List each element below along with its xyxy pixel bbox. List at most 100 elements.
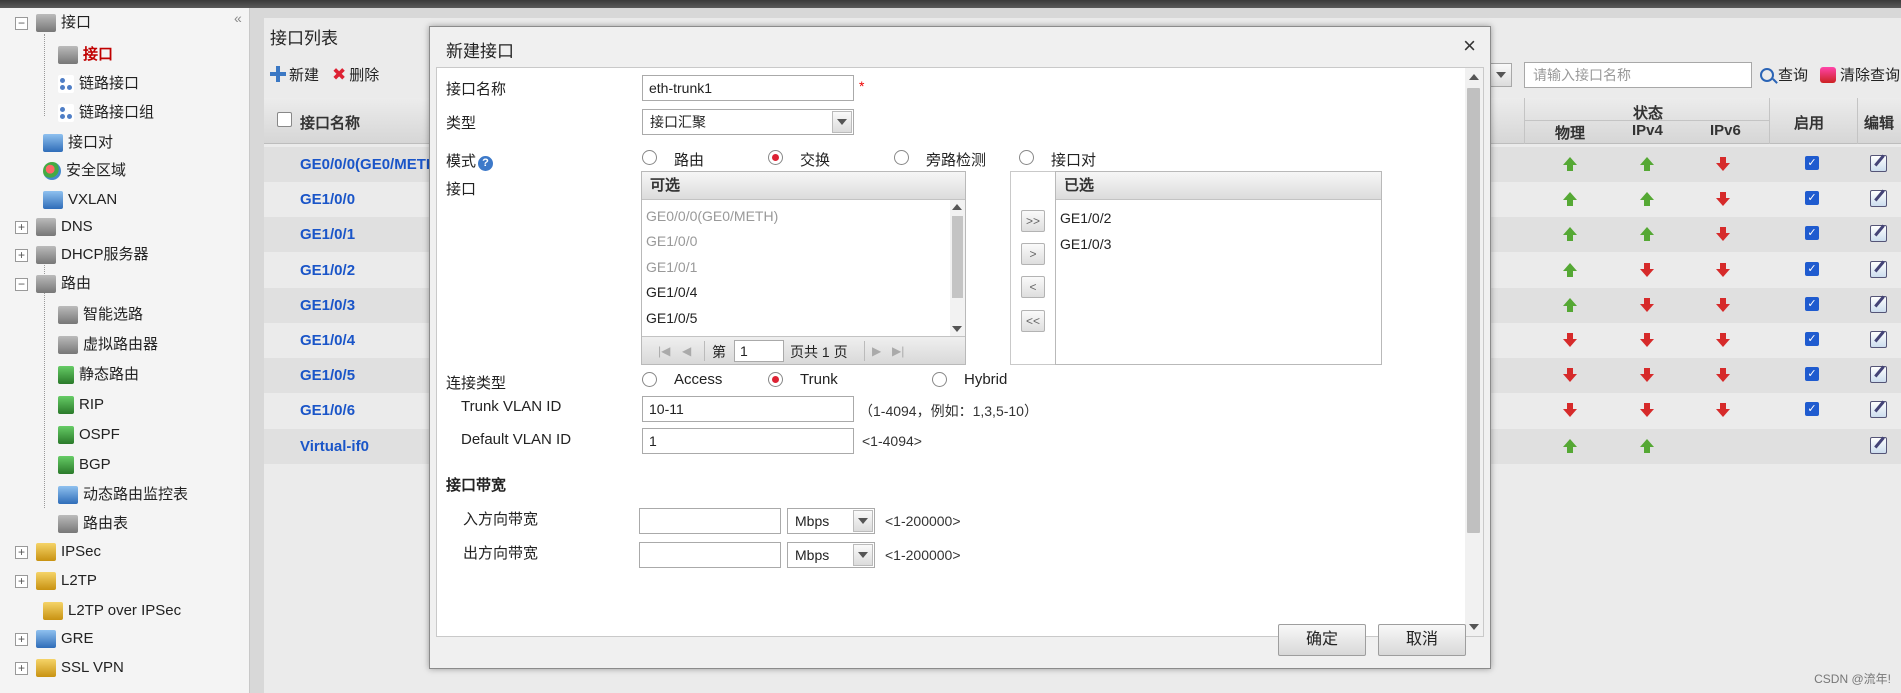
- sidebar-item-route[interactable]: − 路由: [15, 271, 91, 297]
- collapse-toggle-icon[interactable]: −: [15, 277, 28, 291]
- chevron-down-icon[interactable]: [832, 111, 852, 133]
- new-button[interactable]: 新建: [270, 64, 319, 85]
- scroll-thumb[interactable]: [1467, 88, 1480, 533]
- edit-icon[interactable]: [1870, 401, 1887, 418]
- delete-button[interactable]: ✖ 删除: [332, 64, 379, 85]
- sidebar-item-static-route[interactable]: 静态路由: [58, 362, 139, 388]
- interface-name-link[interactable]: GE1/0/6: [300, 402, 355, 419]
- sidebar-item-l2tp-over-ipsec[interactable]: L2TP over IPSec: [43, 598, 181, 624]
- interface-name-link[interactable]: GE1/0/1: [300, 226, 355, 243]
- sidebar-item-security-zone[interactable]: 安全区域: [43, 158, 126, 184]
- dialog-scrollbar[interactable]: [1465, 68, 1483, 636]
- enable-checkbox[interactable]: ✓: [1805, 297, 1819, 311]
- edit-icon[interactable]: [1870, 190, 1887, 207]
- outbound-bandwidth-input[interactable]: [639, 542, 781, 568]
- chevron-down-icon[interactable]: [853, 544, 873, 566]
- enable-checkbox[interactable]: ✓: [1805, 332, 1819, 346]
- sidebar-item-dns[interactable]: + DNS: [15, 214, 93, 240]
- interface-name-link[interactable]: GE1/0/0: [300, 191, 355, 208]
- expand-toggle-icon[interactable]: +: [15, 574, 28, 588]
- sidebar-item-ssl-vpn[interactable]: + SSL VPN: [15, 655, 124, 681]
- link-type-radio-trunk[interactable]: [768, 372, 783, 387]
- sidebar-item-dhcp[interactable]: + DHCP服务器: [15, 242, 149, 268]
- outbound-unit-select[interactable]: Mbps: [787, 542, 875, 568]
- scroll-down-icon[interactable]: [952, 326, 962, 332]
- column-header-name[interactable]: 接口名称: [300, 112, 360, 133]
- mode-radio-bypass[interactable]: [894, 150, 909, 165]
- expand-toggle-icon[interactable]: +: [15, 220, 28, 234]
- chevron-down-icon[interactable]: [853, 510, 873, 532]
- enable-checkbox[interactable]: ✓: [1805, 367, 1819, 381]
- interface-name-input[interactable]: [642, 75, 854, 101]
- interface-name-link[interactable]: GE1/0/3: [300, 297, 355, 314]
- sidebar-item-interface[interactable]: 接口: [58, 42, 113, 68]
- search-input[interactable]: [1524, 62, 1752, 88]
- expand-toggle-icon[interactable]: +: [15, 248, 28, 262]
- sidebar-item-link-interface[interactable]: 链路接口: [58, 71, 139, 97]
- next-page-icon[interactable]: ▶: [872, 344, 881, 358]
- type-select[interactable]: 接口汇聚: [642, 109, 854, 135]
- available-scrollbar[interactable]: [950, 200, 965, 336]
- sidebar-item-l2tp[interactable]: + L2TP: [15, 568, 97, 594]
- sidebar-item-vxlan[interactable]: VXLAN: [43, 187, 117, 213]
- edit-icon[interactable]: [1870, 366, 1887, 383]
- sidebar-item-interface-pair[interactable]: 接口对: [43, 130, 113, 156]
- mode-radio-switch[interactable]: [768, 150, 783, 165]
- enable-checkbox[interactable]: ✓: [1805, 156, 1819, 170]
- trunk-vlan-input[interactable]: [642, 396, 854, 422]
- default-vlan-input[interactable]: [642, 428, 854, 454]
- first-page-icon[interactable]: |◀: [658, 344, 670, 358]
- clear-query-button[interactable]: 清除查询: [1820, 64, 1900, 85]
- sidebar-item-interface-group[interactable]: − 接口: [15, 10, 91, 36]
- interface-name-link[interactable]: GE1/0/5: [300, 367, 355, 384]
- prev-page-icon[interactable]: ◀: [682, 344, 691, 358]
- enable-checkbox[interactable]: ✓: [1805, 402, 1819, 416]
- close-icon[interactable]: ×: [1463, 33, 1476, 59]
- selected-item[interactable]: GE1/0/2: [1060, 210, 1111, 226]
- scroll-up-icon[interactable]: [1469, 74, 1479, 80]
- enable-checkbox[interactable]: ✓: [1805, 262, 1819, 276]
- sidebar-item-bgp[interactable]: BGP: [58, 452, 111, 478]
- available-item[interactable]: GE1/0/5: [646, 310, 697, 326]
- sidebar-item-rip[interactable]: RIP: [58, 392, 104, 418]
- sidebar-collapse-icon[interactable]: «: [234, 10, 242, 26]
- link-type-radio-access[interactable]: [642, 372, 657, 387]
- edit-icon[interactable]: [1870, 261, 1887, 278]
- scroll-thumb[interactable]: [952, 216, 963, 298]
- available-item[interactable]: GE1/0/4: [646, 284, 697, 300]
- move-all-right-button[interactable]: >>: [1021, 210, 1045, 232]
- move-all-left-button[interactable]: <<: [1021, 310, 1045, 332]
- select-all-checkbox[interactable]: [277, 112, 292, 127]
- move-right-button[interactable]: >: [1021, 243, 1045, 265]
- expand-toggle-icon[interactable]: +: [15, 545, 28, 559]
- mode-radio-route[interactable]: [642, 150, 657, 165]
- edit-icon[interactable]: [1870, 296, 1887, 313]
- expand-toggle-icon[interactable]: +: [15, 661, 28, 675]
- sidebar-item-virtual-router[interactable]: 虚拟路由器: [58, 332, 158, 358]
- sidebar-item-ipsec[interactable]: + IPSec: [15, 539, 101, 565]
- sidebar-item-route-table[interactable]: 路由表: [58, 511, 128, 537]
- help-icon[interactable]: ?: [478, 156, 494, 171]
- inbound-unit-select[interactable]: Mbps: [787, 508, 875, 534]
- expand-toggle-icon[interactable]: +: [15, 632, 28, 646]
- search-field-dropdown[interactable]: [1490, 63, 1512, 87]
- link-type-radio-hybrid[interactable]: [932, 372, 947, 387]
- query-button[interactable]: 查询: [1760, 64, 1808, 85]
- edit-icon[interactable]: [1870, 437, 1887, 454]
- mode-radio-pair[interactable]: [1019, 150, 1034, 165]
- sidebar-item-ospf[interactable]: OSPF: [58, 422, 120, 448]
- page-number-input[interactable]: 1: [734, 340, 784, 362]
- interface-name-link[interactable]: GE1/0/2: [300, 262, 355, 279]
- interface-name-link[interactable]: GE0/0/0(GE0/METH: [300, 156, 437, 173]
- selected-item[interactable]: GE1/0/3: [1060, 236, 1111, 252]
- enable-checkbox[interactable]: ✓: [1805, 226, 1819, 240]
- collapse-toggle-icon[interactable]: −: [15, 16, 28, 30]
- scroll-down-icon[interactable]: [1469, 624, 1479, 630]
- interface-name-link[interactable]: Virtual-if0: [300, 438, 369, 455]
- last-page-icon[interactable]: ▶|: [892, 344, 904, 358]
- sidebar-item-link-interface-group[interactable]: 链路接口组: [58, 100, 154, 126]
- edit-icon[interactable]: [1870, 331, 1887, 348]
- ok-button[interactable]: 确定: [1278, 624, 1366, 656]
- sidebar-item-gre[interactable]: + GRE: [15, 626, 94, 652]
- move-left-button[interactable]: <: [1021, 276, 1045, 298]
